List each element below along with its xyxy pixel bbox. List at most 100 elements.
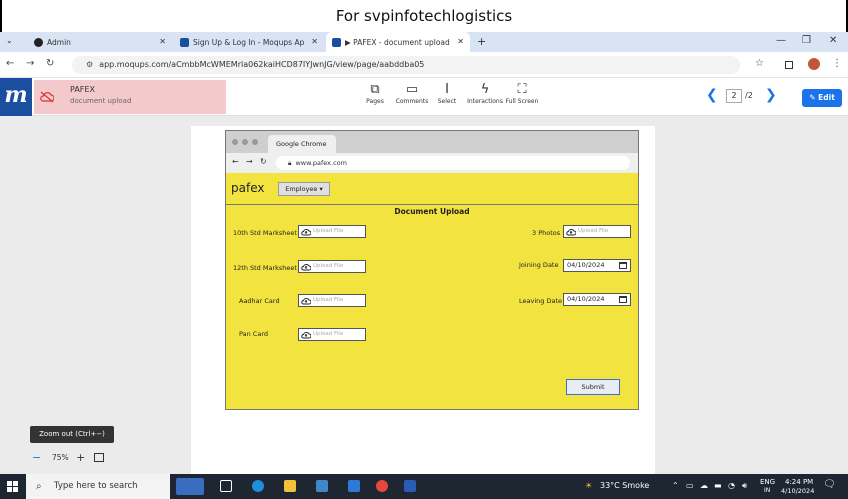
date-value: 04/10/2024 — [567, 261, 605, 269]
word-icon[interactable] — [404, 480, 416, 492]
upload-3-photos[interactable]: Upload File — [563, 225, 631, 238]
tab-search-icon[interactable]: ⌄ — [6, 36, 13, 45]
upload-aadhar-card[interactable]: Upload File — [298, 294, 366, 307]
joining-date-input[interactable]: 04/10/2024 — [563, 259, 631, 272]
label-leaving-date: Leaving Date — [519, 297, 562, 305]
label-joining-date: Joining Date — [519, 261, 559, 269]
search-placeholder: Type here to search — [54, 481, 138, 491]
label-pan-card: Pan Card — [239, 330, 269, 338]
upload-placeholder: Upload File — [313, 331, 344, 337]
next-page-icon[interactable]: ❯ — [765, 87, 777, 103]
restore-icon[interactable]: ❐ — [802, 35, 811, 46]
profile-avatar[interactable] — [808, 58, 820, 70]
weather-sun-icon: ☀ — [585, 481, 593, 490]
tool-label: Comments — [395, 98, 429, 105]
upload-12th-marksheet[interactable]: Upload File — [298, 260, 366, 273]
taskbar-search[interactable]: ⌕ Type here to search — [26, 474, 170, 499]
submit-button[interactable]: Submit — [566, 379, 620, 395]
prev-page-icon[interactable]: ❮ — [706, 87, 718, 103]
edge-icon[interactable] — [252, 480, 264, 492]
forward-icon[interactable]: → — [26, 58, 34, 69]
mock-tab-title: Google Chrome — [268, 135, 336, 153]
mock-address-row: ← → ↻ 🔒︎ www.pafex.com — [226, 153, 638, 173]
document-upload-title: Document Upload — [394, 207, 470, 216]
bookmark-star-icon[interactable]: ☆ — [755, 58, 764, 69]
label-12th-marksheet: 12th Std Marksheet — [233, 264, 297, 272]
reload-icon[interactable]: ↻ — [46, 58, 54, 69]
file-explorer-icon[interactable] — [284, 480, 296, 492]
search-icon: ⌕ — [36, 481, 42, 492]
zoom-control: − 75% + — [28, 449, 112, 467]
region-code: IN — [764, 487, 771, 494]
label-3-photos: 3 Photos — [532, 229, 561, 237]
upload-10th-marksheet[interactable]: Upload File — [298, 225, 366, 238]
moqups-logo[interactable]: m — [0, 78, 32, 116]
fit-screen-icon[interactable] — [94, 453, 104, 462]
mock-page-body: pafex Employee ▾ Document Upload 10th St… — [226, 173, 638, 409]
tab-moqups-login[interactable]: Sign Up & Log In - Moqups Ap ✕ — [174, 32, 324, 52]
volume-icon[interactable]: 🔊︎ — [742, 481, 747, 491]
close-window-icon[interactable]: ✕ — [829, 35, 837, 46]
clock-date: 4/10/2024 — [781, 487, 815, 495]
url-field[interactable]: ⚙ app.moqups.com/aCmbbMcWMEMrla062kaiHCD8… — [72, 56, 740, 74]
cloud-upload-icon — [301, 229, 311, 236]
close-tab-icon[interactable]: ✕ — [457, 37, 464, 46]
weather-text[interactable]: 33°C Smoke — [600, 481, 649, 490]
menu-kebab-icon[interactable]: ⋮ — [832, 58, 842, 69]
side-panel-icon[interactable] — [785, 61, 793, 69]
new-tab-button[interactable]: + — [477, 35, 486, 48]
upload-pan-card[interactable]: Upload File — [298, 328, 366, 341]
page-number-input[interactable]: 2 — [726, 89, 742, 103]
url-text: app.moqups.com/aCmbbMcWMEMrla062kaiHCD87… — [99, 60, 425, 69]
zoom-in-button[interactable]: + — [76, 451, 85, 464]
calendar-icon[interactable] — [619, 262, 627, 269]
upload-placeholder: Upload File — [313, 263, 344, 269]
label-aadhar-card: Aadhar Card — [239, 297, 280, 305]
mail-icon[interactable] — [348, 480, 360, 492]
tab-pafex[interactable]: ▶ PAFEX - document upload ✕ — [326, 32, 470, 52]
windows-start-icon[interactable] — [7, 481, 18, 492]
window-dot — [242, 139, 248, 145]
project-info[interactable]: PAFEX document upload — [34, 80, 226, 114]
chevron-up-icon[interactable]: ⌃ — [672, 481, 679, 490]
label-10th-marksheet: 10th Std Marksheet — [233, 229, 297, 237]
battery-icon[interactable]: ▬ — [714, 481, 722, 490]
calendar-icon[interactable] — [619, 296, 627, 303]
site-info-icon[interactable]: ⚙ — [86, 60, 93, 69]
tab-label: ▶ PAFEX - document upload — [345, 37, 450, 47]
minimize-icon[interactable]: — — [776, 35, 786, 46]
upload-placeholder: Upload File — [313, 228, 344, 234]
window-dot — [232, 139, 238, 145]
admin-favicon-icon — [34, 37, 43, 47]
wifi-icon[interactable]: ◔ — [728, 481, 735, 490]
chrome-icon[interactable] — [376, 480, 388, 492]
tool-fullscreen[interactable]: ⛶ Full Screen — [500, 82, 544, 105]
window-dot — [252, 139, 258, 145]
edit-button[interactable]: ✎ Edit — [802, 89, 842, 107]
edit-label: Edit — [818, 93, 835, 102]
task-view-icon[interactable] — [220, 480, 232, 492]
network-icon[interactable]: ▭ — [686, 481, 694, 490]
close-tab-icon[interactable]: ✕ — [311, 37, 318, 46]
cloud-upload-icon — [301, 332, 311, 339]
tab-admin[interactable]: Admin ✕ — [22, 32, 172, 52]
store-icon[interactable] — [316, 480, 328, 492]
language-code[interactable]: ENG — [760, 478, 775, 486]
weather-widget-icon[interactable] — [176, 478, 204, 495]
clock-time[interactable]: 4:24 PM — [785, 478, 813, 486]
close-tab-icon[interactable]: ✕ — [159, 37, 166, 46]
cloud-upload-icon — [566, 229, 576, 236]
mock-browser-window: Google Chrome ← → ↻ 🔒︎ www.pafex.com pafe… — [225, 130, 639, 410]
zoom-out-button[interactable]: − — [32, 451, 41, 464]
leaving-date-input[interactable]: 04/10/2024 — [563, 293, 631, 306]
upload-placeholder: Upload File — [313, 297, 344, 303]
upload-placeholder: Upload File — [578, 228, 609, 234]
cloud-upload-icon — [301, 298, 311, 305]
notification-icon[interactable]: 🗨︎ — [823, 479, 836, 490]
onedrive-icon[interactable]: ☁ — [700, 481, 708, 490]
employee-dropdown[interactable]: Employee ▾ — [278, 182, 330, 196]
back-icon[interactable]: ← — [6, 58, 14, 69]
forward-icon: → — [246, 157, 253, 166]
zoom-level[interactable]: 75% — [52, 453, 69, 462]
fullscreen-icon: ⛶ — [517, 82, 527, 97]
